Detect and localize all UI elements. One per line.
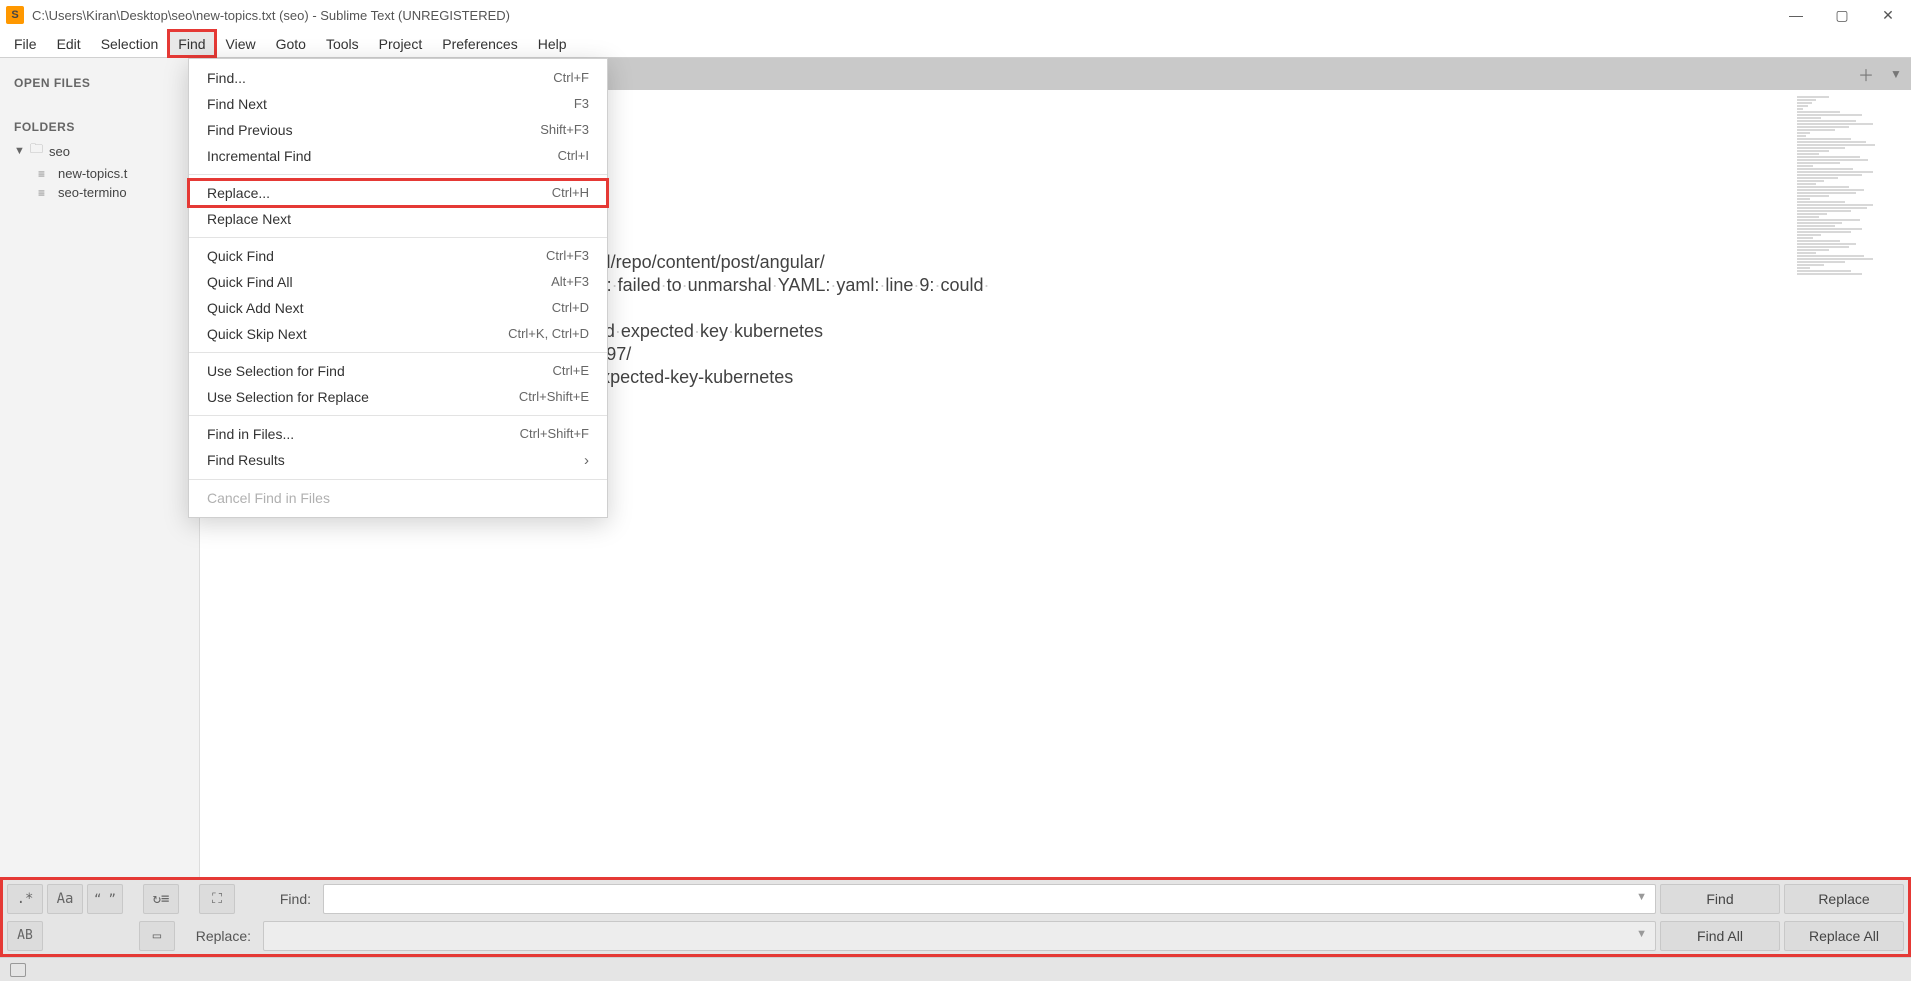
replace-button[interactable]: Replace: [1784, 884, 1904, 914]
folder-root[interactable]: ▼ 🗀 seo: [0, 138, 199, 164]
file-icon: ≡: [38, 186, 52, 200]
menu-item-shortcut: Alt+F3: [551, 274, 589, 290]
highlight-matches-toggle[interactable]: ▭: [139, 921, 175, 951]
menu-item-label: Quick Add Next: [207, 300, 304, 316]
status-panel-icon[interactable]: [10, 963, 26, 977]
folder-collapse-icon[interactable]: ▼: [14, 145, 24, 157]
tab-add-button[interactable]: ＋: [1851, 58, 1881, 90]
whole-word-toggle[interactable]: “ ”: [87, 884, 123, 914]
open-files-heading: OPEN FILES: [0, 68, 199, 94]
folder-root-label: seo: [49, 144, 70, 159]
menu-item-shortcut: Ctrl+Shift+F: [520, 426, 589, 442]
case-sensitive-toggle[interactable]: Aa: [47, 884, 83, 914]
titlebar: S C:\Users\Kiran\Desktop\seo\new-topics.…: [0, 0, 1911, 30]
menu-item-label: Replace Next: [207, 211, 291, 227]
menu-item-find-in-files[interactable]: Find in Files... Ctrl+Shift+F: [189, 421, 607, 447]
menu-item-replace[interactable]: Replace... Ctrl+H: [189, 180, 607, 206]
menu-item-shortcut: Ctrl+K, Ctrl+D: [508, 326, 589, 342]
replace-input[interactable]: ▼: [263, 921, 1656, 951]
menu-item-use-selection-for-replace[interactable]: Use Selection for Replace Ctrl+Shift+E: [189, 384, 607, 410]
menu-item-find[interactable]: Find... Ctrl+F: [189, 65, 607, 91]
statusbar: [0, 957, 1911, 981]
tab-menu-button[interactable]: ▼: [1881, 58, 1911, 90]
menu-item-shortcut: F3: [574, 96, 589, 112]
menu-item-quick-find-all[interactable]: Quick Find All Alt+F3: [189, 269, 607, 295]
menu-item-label: Cancel Find in Files: [207, 490, 330, 506]
menu-item-label: Incremental Find: [207, 148, 311, 164]
menu-item-find-next[interactable]: Find Next F3: [189, 91, 607, 117]
menu-item-label: Find Next: [207, 96, 267, 112]
menu-preferences[interactable]: Preferences: [432, 30, 527, 57]
menu-view[interactable]: View: [216, 30, 266, 57]
menu-item-label: Replace...: [207, 185, 270, 201]
close-button[interactable]: ✕: [1865, 0, 1911, 30]
folders-heading: FOLDERS: [0, 112, 199, 138]
menu-help[interactable]: Help: [528, 30, 577, 57]
menu-item-label: Find Results: [207, 452, 285, 469]
menu-item-quick-add-next[interactable]: Quick Add Next Ctrl+D: [189, 295, 607, 321]
file-item-0[interactable]: ≡ new-topics.t: [0, 164, 199, 183]
menu-item-label: Find in Files...: [207, 426, 294, 442]
menu-item-label: Quick Find All: [207, 274, 293, 290]
menu-file[interactable]: File: [4, 30, 47, 57]
menu-item-shortcut: Shift+F3: [540, 122, 589, 138]
preserve-case-toggle[interactable]: AB: [7, 921, 43, 951]
menu-item-label: Find Previous: [207, 122, 293, 138]
menu-item-cancel-find-in-files: Cancel Find in Files: [189, 485, 607, 511]
menu-item-shortcut: Ctrl+E: [553, 363, 589, 379]
find-replace-panel: .* Aa “ ” ↻≡ ⛶ Find: ▼ Find Replace AB ▭…: [0, 877, 1911, 957]
wrap-toggle[interactable]: ↻≡: [143, 884, 179, 914]
menu-item-label: Use Selection for Find: [207, 363, 345, 379]
menu-edit[interactable]: Edit: [47, 30, 91, 57]
menu-item-find-results[interactable]: Find Results: [189, 447, 607, 474]
replace-history-icon[interactable]: ▼: [1636, 928, 1647, 940]
menu-selection[interactable]: Selection: [91, 30, 169, 57]
menu-item-replace-next[interactable]: Replace Next: [189, 206, 607, 232]
menu-item-quick-skip-next[interactable]: Quick Skip Next Ctrl+K, Ctrl+D: [189, 321, 607, 347]
menu-project[interactable]: Project: [369, 30, 433, 57]
find-input[interactable]: ▼: [323, 884, 1656, 914]
minimap[interactable]: [1791, 90, 1911, 877]
app-logo-icon: S: [6, 6, 24, 24]
menu-item-shortcut: Ctrl+I: [558, 148, 589, 164]
menu-item-shortcut: Ctrl+D: [552, 300, 589, 316]
window-title: C:\Users\Kiran\Desktop\seo\new-topics.tx…: [32, 8, 1773, 23]
menu-item-shortcut: Ctrl+Shift+E: [519, 389, 589, 405]
menu-item-shortcut: Ctrl+H: [552, 185, 589, 201]
menu-item-find-previous[interactable]: Find Previous Shift+F3: [189, 117, 607, 143]
find-all-button[interactable]: Find All: [1660, 921, 1780, 951]
find-button[interactable]: Find: [1660, 884, 1780, 914]
file-label: new-topics.t: [58, 166, 127, 181]
maximize-button[interactable]: ▢: [1819, 0, 1865, 30]
regex-toggle[interactable]: .*: [7, 884, 43, 914]
in-selection-toggle[interactable]: ⛶: [199, 884, 235, 914]
menu-item-label: Quick Skip Next: [207, 326, 307, 342]
replace-label: Replace:: [179, 928, 259, 944]
minimize-button[interactable]: ―: [1773, 0, 1819, 30]
menu-item-shortcut: Ctrl+F3: [546, 248, 589, 264]
menu-tools[interactable]: Tools: [316, 30, 369, 57]
menu-goto[interactable]: Goto: [266, 30, 316, 57]
menu-item-use-selection-for-find[interactable]: Use Selection for Find Ctrl+E: [189, 358, 607, 384]
sidebar: OPEN FILES FOLDERS ▼ 🗀 seo ≡ new-topics.…: [0, 58, 200, 877]
menu-find[interactable]: Find: [168, 30, 215, 57]
find-history-icon[interactable]: ▼: [1636, 891, 1647, 903]
file-label: seo-termino: [58, 185, 127, 200]
menu-item-shortcut: Ctrl+F: [553, 70, 589, 86]
menu-item-quick-find[interactable]: Quick Find Ctrl+F3: [189, 243, 607, 269]
menubar: File Edit Selection Find View Goto Tools…: [0, 30, 1911, 58]
find-dropdown-menu: Find... Ctrl+F Find Next F3 Find Previous Shi…: [188, 58, 608, 518]
file-icon: ≡: [38, 167, 52, 181]
menu-item-incremental-find[interactable]: Incremental Find Ctrl+I: [189, 143, 607, 169]
find-label: Find:: [239, 891, 319, 907]
menu-item-label: Use Selection for Replace: [207, 389, 369, 405]
folder-icon: 🗀: [30, 140, 43, 162]
file-item-1[interactable]: ≡ seo-termino: [0, 183, 199, 202]
menu-item-label: Find...: [207, 70, 246, 86]
replace-all-button[interactable]: Replace All: [1784, 921, 1904, 951]
menu-item-label: Quick Find: [207, 248, 274, 264]
